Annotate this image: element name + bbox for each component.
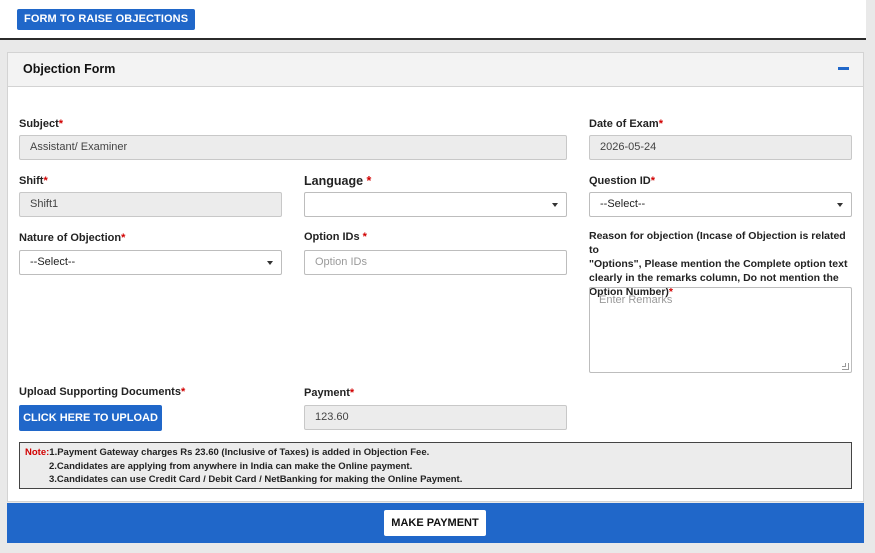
nature-of-objection-select-value: --Select--: [30, 256, 76, 268]
option-ids-input[interactable]: Option IDs: [304, 250, 567, 275]
note-box: Note:1.Payment Gateway charges Rs 23.60 …: [19, 442, 852, 489]
payment-label: Payment*: [304, 387, 355, 399]
footer-bar: MAKE PAYMENT: [7, 503, 864, 543]
chevron-down-icon: [267, 261, 273, 265]
top-bar: FORM TO RAISE OBJECTIONS: [0, 0, 866, 40]
panel-title: Objection Form: [23, 62, 116, 76]
panel-header: Objection Form: [8, 53, 863, 87]
remarks-placeholder: Enter Remarks: [599, 294, 673, 306]
subject-label: Subject*: [19, 118, 64, 130]
resize-handle-icon[interactable]: [842, 363, 849, 370]
note-line: 3.Candidates can use Credit Card / Debit…: [49, 474, 463, 485]
note-label: Note:: [25, 447, 50, 458]
shift-label: Shift*: [19, 175, 48, 187]
make-payment-button[interactable]: MAKE PAYMENT: [384, 510, 486, 536]
chevron-down-icon: [552, 203, 558, 207]
language-label: Language *: [304, 174, 372, 188]
note-line: 2.Candidates are applying from anywhere …: [49, 460, 413, 472]
question-id-label: Question ID*: [589, 175, 656, 187]
payment-field: 123.60: [304, 405, 567, 430]
question-id-select[interactable]: --Select--: [589, 192, 852, 217]
question-id-select-value: --Select--: [600, 198, 646, 210]
option-ids-label: Option IDs *: [304, 231, 367, 243]
minus-icon[interactable]: [838, 67, 849, 70]
upload-label: Upload Supporting Documents*: [19, 386, 186, 398]
reason-label-line: "Options", Please mention the Complete o…: [589, 258, 848, 270]
nature-of-objection-label: Nature of Objection*: [19, 232, 126, 244]
raise-objections-button[interactable]: FORM TO RAISE OBJECTIONS: [17, 9, 196, 30]
shift-field: Shift1: [19, 192, 282, 217]
subject-field: Assistant/ Examiner: [19, 135, 567, 160]
nature-of-objection-select[interactable]: --Select--: [19, 250, 282, 275]
note-line: Note:1.Payment Gateway charges Rs 23.60 …: [25, 447, 430, 458]
date-of-exam-label: Date of Exam*: [589, 118, 663, 130]
upload-button[interactable]: CLICK HERE TO UPLOAD: [19, 405, 162, 431]
language-select[interactable]: [304, 192, 567, 217]
date-of-exam-field: 2026-05-24: [589, 135, 852, 160]
reason-label-line: clearly in the remarks column, Do not me…: [589, 272, 839, 284]
remarks-textarea[interactable]: Enter Remarks: [589, 287, 852, 373]
chevron-down-icon: [837, 203, 843, 207]
reason-label-line: Reason for objection (Incase of Objectio…: [589, 230, 846, 256]
